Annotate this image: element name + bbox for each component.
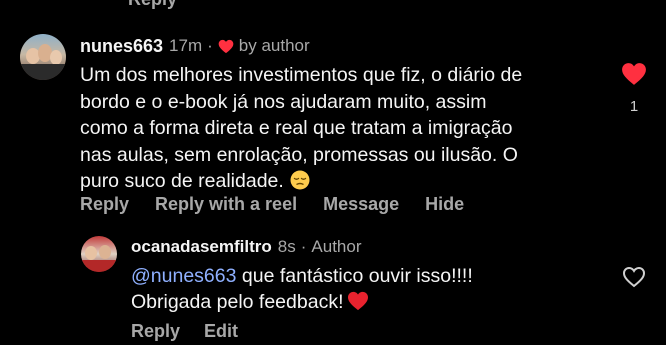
reply-with-reel-button[interactable]: Reply with a reel	[155, 194, 297, 215]
separator-dot: ·	[207, 36, 213, 55]
author-label: Author	[311, 237, 362, 256]
avatar-face-right	[99, 245, 111, 259]
red-heart-emoji-icon	[348, 291, 369, 311]
message-button[interactable]: Message	[323, 194, 399, 215]
avatar-face-left	[85, 246, 97, 260]
previous-reply-action[interactable]: Reply	[128, 0, 177, 10]
reply-reply-button[interactable]: Reply	[131, 321, 180, 342]
comment-line-4: nas aulas, sem enrolação, promessas ou i…	[80, 143, 518, 166]
edit-button[interactable]: Edit	[204, 321, 238, 342]
avatar-clothes	[20, 64, 66, 80]
reply-username[interactable]: ocanadasemfiltro	[131, 237, 272, 257]
liked-by-author-label: by author	[238, 36, 310, 55]
relieved-face-emoji-icon	[290, 170, 310, 190]
comment-timestamp: 17m	[169, 36, 203, 55]
reply-line-1-text: que fantástico ouvir isso!!!!	[236, 265, 473, 287]
commenter-avatar[interactable]	[20, 34, 66, 80]
avatar-clothes	[81, 260, 117, 272]
reply-author-avatar[interactable]	[81, 236, 117, 272]
reply-line-2-text: Obrigada pelo feedback!	[131, 291, 344, 313]
reply-actions: Reply Edit	[131, 321, 262, 342]
reply-button[interactable]: Reply	[80, 194, 129, 215]
reply-like-heart-outline-icon[interactable]	[622, 266, 646, 288]
liked-by-author-heart-icon	[218, 39, 234, 53]
comment-username[interactable]: nunes663	[80, 36, 163, 57]
comment-like-count[interactable]: 1	[624, 98, 644, 115]
comment-line-5: puro suco de realidade.	[80, 170, 284, 192]
avatar-face-right	[50, 50, 62, 65]
hide-button[interactable]: Hide	[425, 194, 464, 215]
comment-actions: Reply Reply with a reel Message Hide	[80, 194, 490, 215]
reply-body: @nunes663 que fantástico ouvir isso!!!! …	[131, 263, 591, 315]
comment-like-heart-icon[interactable]	[621, 62, 647, 86]
comment-header: nunes663 17m · by author	[80, 35, 310, 57]
mention-link[interactable]: @nunes663	[131, 265, 236, 287]
comment-line-1: Um dos melhores investimentos que fiz, o…	[80, 64, 523, 86]
comment-line-2: bordo e o e-book já nos ajudaram muito, …	[80, 90, 487, 113]
reply-timestamp: 8s	[277, 237, 296, 256]
comment-line-3: como a forma direta e real que tratam a …	[80, 117, 513, 139]
reply-header: ocanadasemfiltro 8s · Author	[131, 236, 362, 258]
separator-dot: ·	[300, 237, 307, 256]
comment-body: Um dos melhores investimentos que fiz, o…	[80, 62, 600, 195]
